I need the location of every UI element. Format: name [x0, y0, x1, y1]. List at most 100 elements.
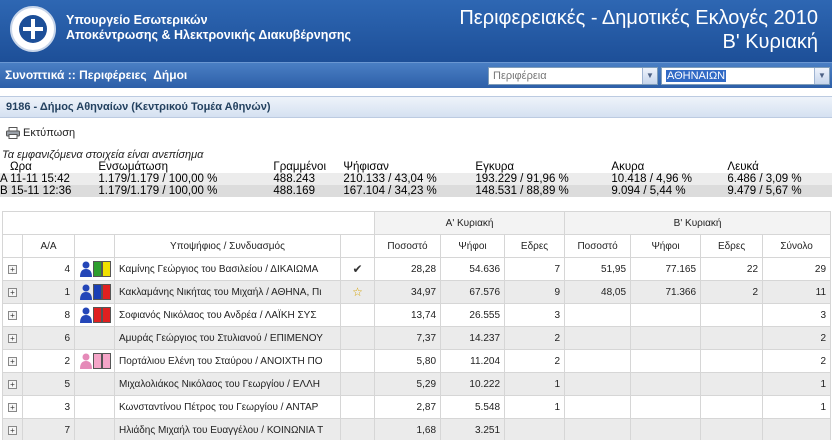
cell-b-seats: [700, 372, 764, 396]
print-button[interactable]: Εκτύπωση: [6, 127, 75, 140]
cell-a-seats: 3: [504, 303, 566, 327]
party-color-swatch: [93, 307, 102, 323]
expand-cell[interactable]: +: [2, 395, 23, 419]
cell-total: 1: [762, 395, 832, 419]
expand-cell[interactable]: +: [2, 326, 23, 350]
summary-cell: 210.133 / 43,04 %: [343, 173, 476, 185]
col-a-seats[interactable]: Εδρες: [504, 234, 566, 258]
cell-mark: [339, 395, 376, 419]
table-row[interactable]: +7 Ηλιάδης Μιχαήλ του Ευαγγέλου / ΚΟΙΝΩΝΙ…: [2, 418, 832, 440]
table-row[interactable]: +6 Αμυράς Γεώργιος του Στυλιανού / ΕΠΙΜΕΝ…: [2, 326, 832, 350]
results-header-rounds: Α' Κυριακή Β' Κυριακή: [1, 211, 832, 235]
election-title: Περιφερειακές - Δημοτικές Εκλογές 2010 Β…: [459, 6, 818, 54]
col-a-pct[interactable]: Ποσοστό: [374, 234, 442, 258]
cell-a-votes: 10.222: [440, 372, 506, 396]
region-select[interactable]: Περιφέρεια ▼: [488, 67, 658, 85]
cell-b-seats: 2: [700, 280, 764, 304]
table-row[interactable]: +4 Καμίνης Γεώργιος του Βασιλείου / ΔΙΚΑΙ…: [2, 257, 832, 281]
table-row[interactable]: +5 Μιχαλολιάκος Νικόλαος του Γεωργίου / Ε…: [2, 372, 832, 396]
cell-b-votes: 77.165: [630, 257, 702, 281]
expand-icon[interactable]: +: [8, 356, 17, 366]
cell-a-pct: 28,28: [374, 257, 442, 281]
expand-icon[interactable]: +: [8, 379, 17, 389]
nav-link-regions[interactable]: Περιφέρειες: [79, 68, 147, 82]
cell-total: 29: [762, 257, 832, 281]
nav-link-municipalities[interactable]: Δήμοι: [153, 68, 187, 82]
cell-b-votes: [630, 395, 702, 419]
printer-icon: [6, 127, 20, 140]
cell-a-pct: 2,87: [374, 395, 442, 419]
expand-icon[interactable]: +: [8, 287, 17, 297]
cell-a-seats: 1: [504, 395, 566, 419]
chevron-down-icon[interactable]: ▼: [642, 68, 657, 84]
col-candidate[interactable]: Υποψήφιος / Συνδυασμός: [114, 234, 341, 258]
chevron-down-icon[interactable]: ▼: [814, 68, 829, 84]
cell-candidate[interactable]: Πορτάλιου Ελένη του Σταύρου / ΑΝΟΙΧΤΗ ΠΟ: [114, 349, 341, 373]
expand-cell[interactable]: +: [2, 257, 23, 281]
cell-total: [762, 418, 832, 440]
summary-hdr-time: Ωρα: [10, 161, 32, 173]
expand-cell[interactable]: +: [2, 303, 23, 327]
nav-links: Συνοπτικά :: Περιφέρειες Δήμοι: [5, 68, 187, 82]
cell-mark: [339, 303, 376, 327]
cell-candidate[interactable]: Καμίνης Γεώργιος του Βασιλείου / ΔΙΚΑΙΩΜ…: [114, 257, 341, 281]
summary-cell: 9.094 / 5,44 %: [611, 185, 728, 197]
cell-mark: ✔: [339, 257, 376, 281]
col-icon: [74, 234, 115, 258]
expand-icon[interactable]: +: [8, 333, 17, 343]
summary-cell: 148.531 / 88,89 %: [475, 185, 612, 197]
col-a-votes[interactable]: Ψήφοι: [440, 234, 506, 258]
election-round: Β' Κυριακή: [722, 31, 819, 53]
table-row[interactable]: +8 Σοφιανός Νικόλαος του Ανδρέα / ΛΑΪΚΗ Σ…: [2, 303, 832, 327]
female-candidate-icon: [80, 353, 92, 369]
cell-candidate[interactable]: Αμυράς Γεώργιος του Στυλιανού / ΕΠΙΜΕΝΟΥ: [114, 326, 341, 350]
unofficial-note: Τα εμφανιζόμενα στοιχεία είναι ανεπίσημα: [2, 149, 204, 161]
ministry-name: Υπουργείο Εσωτερικών Αποκέντρωσης & Ηλεκ…: [66, 13, 351, 43]
col-b-seats[interactable]: Εδρες: [700, 234, 764, 258]
col-b-votes[interactable]: Ψήφοι: [630, 234, 702, 258]
cell-a-votes: 3.251: [440, 418, 506, 440]
expand-icon[interactable]: +: [8, 402, 17, 412]
cell-b-seats: [700, 349, 764, 373]
summary-cell: 1.179/1.179 / 100,00 %: [71, 185, 274, 197]
expand-cell[interactable]: +: [2, 349, 23, 373]
col-b-pct[interactable]: Ποσοστό: [564, 234, 632, 258]
cell-candidate[interactable]: Σοφιανός Νικόλαος του Ανδρέα / ΛΑΪΚΗ ΣΥΣ: [114, 303, 341, 327]
party-color-swatch: [102, 353, 111, 369]
cell-candidate[interactable]: Ηλιάδης Μιχαήλ του Ευαγγέλου / ΚΟΙΝΩΝΙΑ …: [114, 418, 341, 440]
round-a-header: Α' Κυριακή: [374, 211, 566, 235]
cell-b-votes: [630, 303, 702, 327]
summary-hdr-valid: Εγκυρα: [475, 161, 515, 173]
cell-a-votes: 67.576: [440, 280, 506, 304]
summary-header: Ωρα Ενσωμάτωση Γραμμένοι Ψήφισαν Εγκυρα …: [0, 161, 832, 173]
cell-a-pct: 5,80: [374, 349, 442, 373]
cell-b-seats: [700, 303, 764, 327]
table-row[interactable]: +3 Κωνσταντίνου Πέτρος του Γεωργίου / ΑΝΤ…: [2, 395, 832, 419]
expand-cell[interactable]: +: [2, 372, 23, 396]
cell-candidate[interactable]: Κακλαμάνης Νικήτας του Μιχαήλ / ΑΘΗΝΑ, Π…: [114, 280, 341, 304]
col-total[interactable]: Σύνολο: [762, 234, 832, 258]
cell-icon: [74, 257, 115, 281]
municipality-select[interactable]: ΑΘΗΝΑΙΩΝ ▼: [661, 67, 830, 85]
cell-candidate[interactable]: Μιχαλολιάκος Νικόλαος του Γεωργίου / ΕΛΛ…: [114, 372, 341, 396]
election-title-line-1: Περιφερειακές - Δημοτικές Εκλογές 2010: [459, 7, 818, 29]
nav-link-summary[interactable]: Συνοπτικά: [5, 68, 64, 82]
cell-b-votes: [630, 372, 702, 396]
cell-candidate[interactable]: Κωνσταντίνου Πέτρος του Γεωργίου / ΑΝΤΑΡ: [114, 395, 341, 419]
party-color-swatch: [93, 284, 102, 300]
expand-icon[interactable]: +: [8, 264, 17, 274]
cell-a-votes: 11.204: [440, 349, 506, 373]
cell-icon: [74, 372, 115, 396]
cell-icon: [74, 303, 115, 327]
expand-icon[interactable]: +: [8, 425, 17, 435]
cell-aa: 3: [22, 395, 75, 419]
summary-row-round-b: B 15-11 12:36 1.179/1.179 / 100,00 % 488…: [0, 185, 832, 197]
expand-cell[interactable]: +: [2, 418, 23, 440]
table-row[interactable]: +1 Κακλαμάνης Νικήτας του Μιχαήλ / ΑΘΗΝΑ,…: [2, 280, 832, 304]
expand-cell[interactable]: +: [2, 280, 23, 304]
nav-separator: ::: [64, 68, 80, 82]
cell-a-seats: [504, 418, 566, 440]
table-row[interactable]: +2 Πορτάλιου Ελένη του Σταύρου / ΑΝΟΙΧΤΗ …: [2, 349, 832, 373]
summary-cell: 10.418 / 4,96 %: [611, 173, 728, 185]
expand-icon[interactable]: +: [8, 310, 17, 320]
